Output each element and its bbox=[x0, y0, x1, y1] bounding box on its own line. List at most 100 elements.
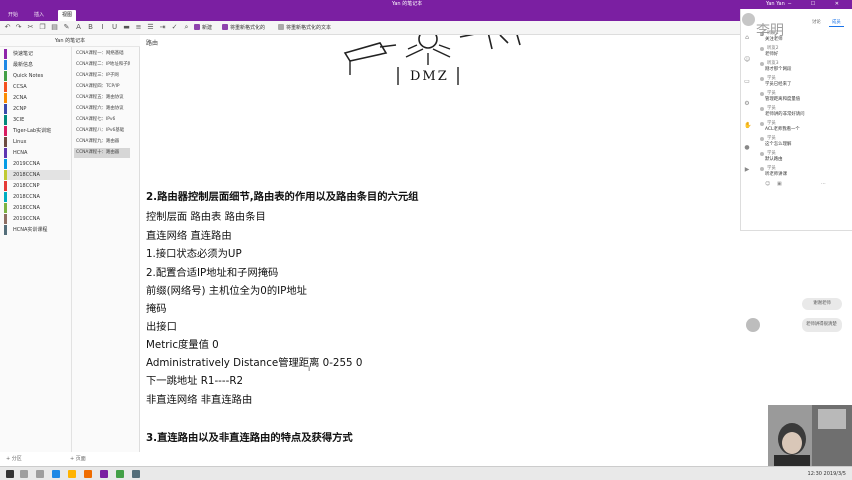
edge-icon[interactable] bbox=[52, 470, 60, 478]
chat-message: 默认路由 bbox=[765, 157, 783, 162]
user-name[interactable]: Yan Yan bbox=[766, 0, 785, 9]
page-item[interactable]: CCNA课程八：IPv6基础 bbox=[74, 126, 130, 136]
chat-mic-icon[interactable]: ● bbox=[744, 145, 750, 151]
tab-discussion[interactable]: 讨论 bbox=[809, 19, 824, 27]
cut-icon[interactable]: ✂ bbox=[26, 23, 35, 32]
note-line: 1.接口状态必须为UP bbox=[146, 248, 242, 260]
indent-icon[interactable]: ⇥ bbox=[158, 23, 167, 32]
numbering-icon[interactable]: ☰ bbox=[146, 23, 155, 32]
start-icon[interactable] bbox=[6, 470, 14, 478]
notebook-title[interactable]: Yan 的笔记本 bbox=[0, 35, 140, 47]
system-tray[interactable]: 12:30 2019/3/5 bbox=[808, 467, 846, 480]
emoji-icon[interactable]: ☺ bbox=[765, 181, 770, 187]
app-gray-icon[interactable] bbox=[132, 470, 140, 478]
explorer-icon[interactable] bbox=[68, 470, 76, 478]
section-item[interactable]: Linux bbox=[4, 137, 70, 147]
bold-icon[interactable]: B bbox=[86, 23, 95, 32]
onenote-icon[interactable] bbox=[100, 470, 108, 478]
tab-home[interactable]: 开始 bbox=[4, 10, 22, 21]
format-painter-icon[interactable]: ✎ bbox=[62, 23, 71, 32]
chat-message: 这个怎么理解 bbox=[765, 142, 792, 147]
section-item[interactable]: 快速笔记 bbox=[4, 49, 70, 59]
add-page-button[interactable]: + 页面 bbox=[70, 452, 86, 466]
more-icon[interactable]: ⋯ bbox=[821, 181, 826, 187]
section-item[interactable]: 2018CCNA bbox=[4, 192, 70, 202]
chat-people-icon[interactable]: ☺ bbox=[744, 57, 750, 63]
app-title: Yan 的笔记本 bbox=[392, 1, 423, 7]
section-item[interactable]: 2019CCNA bbox=[4, 214, 70, 224]
chat-avatar bbox=[760, 152, 764, 156]
page-item[interactable]: CCNA课程二：IP地址和子网 bbox=[74, 60, 130, 70]
tab-view[interactable]: 视图 bbox=[58, 10, 77, 21]
chat-video-icon[interactable]: ▶ bbox=[744, 167, 750, 173]
chat-bubble: 老师讲得很清楚 bbox=[802, 318, 842, 332]
section-heading-3: 3.直连路由以及非直连路由的特点及获得方式 bbox=[146, 432, 353, 444]
section-item[interactable]: HCNA实训课程 bbox=[4, 225, 70, 235]
chat-message: 管理距离和度量值 bbox=[765, 97, 801, 102]
chat-message: 老师好 bbox=[765, 52, 779, 57]
reformat-text-button[interactable]: 将重新格式化的文本 bbox=[278, 23, 331, 33]
note-line: 非直连网络 非直连路由 bbox=[146, 394, 253, 406]
section-item[interactable]: 2CNP bbox=[4, 104, 70, 114]
section-item[interactable]: 2CNA bbox=[4, 93, 70, 103]
underline-icon[interactable]: U bbox=[110, 23, 119, 32]
note-line: 控制层面 路由表 路由条目 bbox=[146, 211, 266, 223]
page-item[interactable]: CCNA课程六：路由协议 bbox=[74, 104, 130, 114]
tag-icon[interactable]: ✓ bbox=[170, 23, 179, 32]
app-orange-icon[interactable] bbox=[84, 470, 92, 478]
reformat-text-button-label: 将重新格式化的文本 bbox=[286, 25, 332, 31]
copy-icon[interactable]: ❐ bbox=[38, 23, 47, 32]
sketch-line-right bbox=[459, 35, 493, 50]
tab-members[interactable]: 成员 bbox=[829, 19, 844, 27]
section-item[interactable]: HCNA bbox=[4, 148, 70, 158]
section-item[interactable]: 2018CCNA bbox=[4, 203, 70, 213]
redo-icon[interactable]: ↷ bbox=[14, 23, 23, 32]
page-item[interactable]: CCNA课程十：路由器 bbox=[74, 148, 130, 158]
section-item[interactable]: 3CIE bbox=[4, 115, 70, 125]
page-item[interactable]: CCNA课程七：IPv6 bbox=[74, 115, 130, 125]
search-icon[interactable]: ⌕ bbox=[182, 23, 191, 32]
page-item[interactable]: CCNA课程五：路由协议 bbox=[74, 93, 130, 103]
chat-settings-icon[interactable]: ⚙ bbox=[744, 101, 750, 107]
new-button[interactable]: 新建 bbox=[194, 23, 212, 33]
page-item[interactable]: CCNA课程三：IP子网 bbox=[74, 71, 130, 81]
note-line: 出接口 bbox=[146, 321, 177, 333]
add-section-button[interactable]: + 分区 bbox=[6, 452, 22, 466]
section-item[interactable]: 2018CCNP bbox=[4, 181, 70, 191]
page-item[interactable]: CCNA课程四：TCP/IP bbox=[74, 82, 130, 92]
section-heading-2: 2.路由器控制层面细节,路由表的作用以及路由条目的六元组 bbox=[146, 191, 419, 203]
section-item[interactable]: Tiger-Lab实训班 bbox=[4, 126, 70, 136]
reformat-button-label: 将重新格式化的 bbox=[230, 25, 266, 31]
chat-hand-icon[interactable]: ✋ bbox=[744, 123, 751, 129]
tab-insert[interactable]: 插入 bbox=[30, 10, 48, 21]
app-green-icon[interactable] bbox=[116, 470, 124, 478]
undo-icon[interactable]: ↶ bbox=[3, 23, 12, 32]
font-icon[interactable]: A bbox=[74, 23, 83, 32]
page-top-label: 路由 bbox=[146, 40, 159, 47]
highlight-icon[interactable]: ▬ bbox=[122, 23, 131, 32]
record-button[interactable] bbox=[746, 318, 760, 332]
image-icon[interactable]: ▣ bbox=[777, 181, 782, 187]
chat-home-icon[interactable]: ⌂ bbox=[744, 35, 750, 41]
section-item[interactable]: 2018CCNA bbox=[4, 170, 70, 180]
paste-icon[interactable]: ▤ bbox=[50, 23, 59, 32]
section-item[interactable]: 2019CCNA bbox=[4, 159, 70, 169]
page-item[interactable]: CCNA课程一：网络基础 bbox=[74, 49, 130, 59]
page-item[interactable]: CCNA课程九：路由器 bbox=[74, 137, 130, 147]
section-item[interactable]: 最新信息 bbox=[4, 60, 70, 70]
section-item[interactable]: CCSA bbox=[4, 82, 70, 92]
note-line: 下一跳地址 R1----R2 bbox=[146, 375, 244, 387]
chat-file-icon[interactable]: ▭ bbox=[744, 79, 750, 85]
bullets-icon[interactable]: ≡ bbox=[134, 23, 143, 32]
presenter-avatar[interactable] bbox=[742, 13, 755, 26]
taskview-icon[interactable] bbox=[36, 470, 44, 478]
note-line: 2.配置合适IP地址和子网掩码 bbox=[146, 267, 279, 279]
chat-panel: 讨论 成员 ⌂ ☺ ▭ ⚙ ✋ ● ▶ 听友1 关注老师 听友2 老师好 听友3 刚才那个… bbox=[740, 9, 852, 231]
window-controls[interactable]: ─ ☐ ✕ bbox=[788, 0, 848, 9]
date: 2019/3/5 bbox=[823, 471, 846, 477]
search-task-icon[interactable] bbox=[20, 470, 28, 478]
section-item[interactable]: Quick Notes bbox=[4, 71, 70, 81]
chat-avatar bbox=[760, 122, 764, 126]
italic-icon[interactable]: I bbox=[98, 23, 107, 32]
reformat-button[interactable]: 将重新格式化的 bbox=[222, 23, 265, 33]
